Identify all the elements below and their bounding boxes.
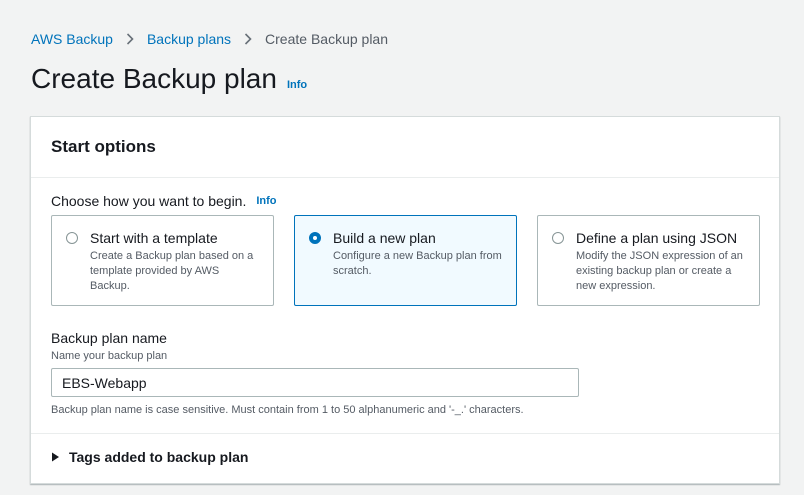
tile-description: Configure a new Backup plan from scratch… [333, 250, 502, 277]
divider [31, 433, 779, 434]
plan-name-sublabel: Name your backup plan [51, 350, 168, 362]
tile-title: Build a new plan [333, 230, 436, 246]
chevron-right-icon [244, 33, 252, 45]
radio-define-plan-json[interactable] [552, 232, 564, 244]
panel-header: Start options [31, 117, 779, 178]
breadcrumb-backup-plans[interactable]: Backup plans [147, 31, 231, 47]
breadcrumb-aws-backup[interactable]: AWS Backup [31, 31, 113, 47]
page-title: Create Backup plan [31, 63, 277, 94]
tile-text: Build a new plan Configure a new Backup … [333, 229, 502, 305]
tags-expander-label: Tags added to backup plan [69, 449, 249, 465]
plan-name-input[interactable] [51, 368, 579, 397]
tile-build-new-plan[interactable]: Build a new plan Configure a new Backup … [294, 215, 517, 306]
radio-start-with-template[interactable] [66, 232, 78, 244]
tile-title: Start with a template [90, 230, 218, 246]
tile-title: Define a plan using JSON [576, 230, 738, 246]
chevron-right-icon [126, 33, 134, 45]
plan-name-hint: Backup plan name is case sensitive. Must… [51, 404, 524, 416]
start-options-panel: Start options Choose how you want to beg… [30, 116, 780, 484]
plan-name-label: Backup plan name [51, 330, 167, 346]
tile-text: Define a plan using JSON Modify the JSON… [576, 229, 745, 305]
panel-title: Start options [51, 137, 156, 156]
tile-start-with-template[interactable]: Start with a template Create a Backup pl… [51, 215, 274, 306]
tile-text: Start with a template Create a Backup pl… [90, 229, 259, 305]
choose-prompt-text: Choose how you want to begin. [51, 193, 247, 209]
tile-description: Modify the JSON expression of an existin… [576, 250, 743, 292]
caret-right-icon [51, 452, 60, 462]
tile-define-plan-json[interactable]: Define a plan using JSON Modify the JSON… [537, 215, 760, 306]
radio-build-new-plan[interactable] [309, 232, 321, 244]
breadcrumb: AWS Backup Backup plans Create Backup pl… [31, 31, 388, 47]
page-header: Create Backup plan Info [31, 63, 307, 95]
tags-expander[interactable]: Tags added to backup plan [51, 449, 248, 465]
choose-info-link[interactable]: Info [256, 195, 276, 207]
breadcrumb-current: Create Backup plan [265, 31, 388, 47]
choose-prompt: Choose how you want to begin. Info [51, 193, 277, 209]
tile-description: Create a Backup plan based on a template… [90, 250, 254, 292]
start-option-tiles: Start with a template Create a Backup pl… [51, 215, 760, 306]
page-info-link[interactable]: Info [287, 79, 307, 91]
